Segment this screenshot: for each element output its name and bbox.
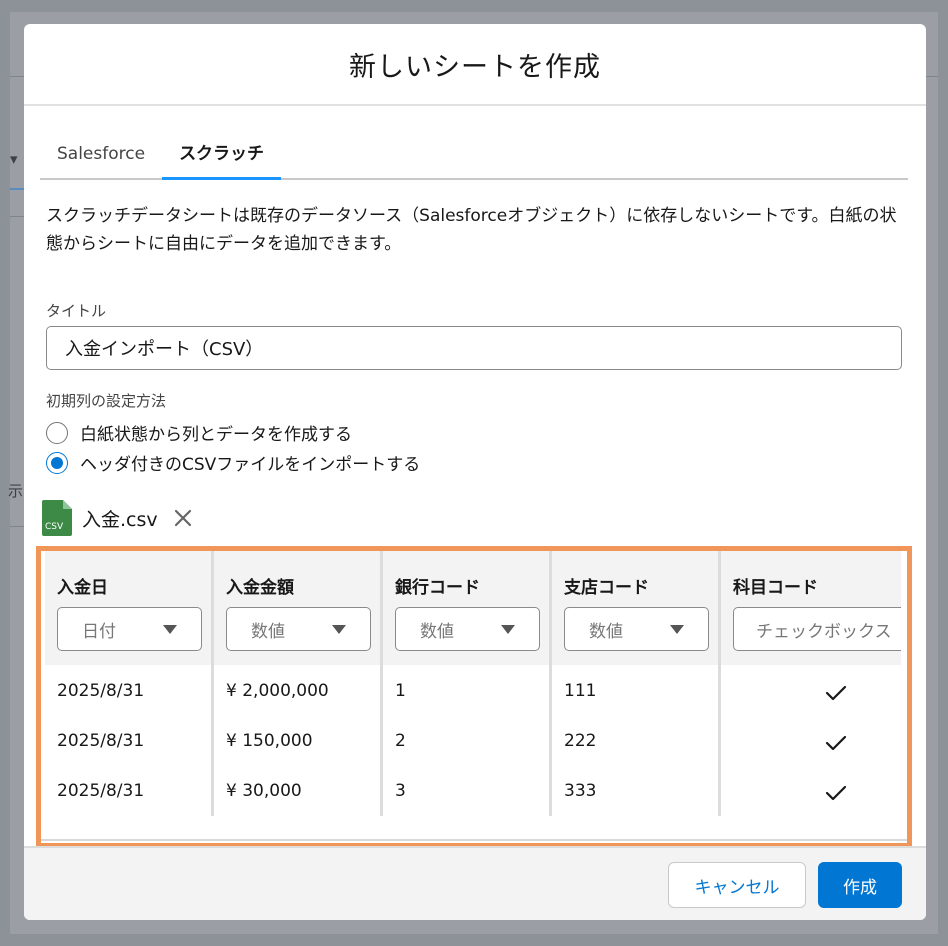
close-icon (174, 509, 191, 527)
checkmark-icon (825, 785, 847, 801)
background-text-fragment: 示 (8, 482, 24, 500)
background-divider (10, 216, 24, 217)
table-cell: 2025/8/31 (57, 681, 145, 701)
remove-file-button[interactable] (172, 507, 194, 529)
column-type-value: 数値 (589, 621, 623, 642)
caret-down-icon (670, 625, 684, 634)
file-name: 入金.csv (82, 508, 158, 531)
radio-blank-option[interactable]: 白紙状態から列とデータを作成する (46, 420, 352, 445)
caret-down-icon (501, 625, 515, 634)
column-type-select[interactable]: 数値 (395, 607, 540, 651)
init-method-label: 初期列の設定方法 (46, 392, 167, 410)
column-type-select[interactable]: 数値 (564, 607, 709, 651)
table-cell: ¥ 2,000,000 (226, 681, 329, 701)
table-cell: ¥ 150,000 (226, 731, 313, 751)
create-sheet-modal: 新しいシートを作成 Salesforce スクラッチ スクラッチデータシートは既… (24, 24, 926, 920)
column-type-value: 日付 (82, 621, 116, 642)
background-divider (10, 526, 24, 527)
csv-file-icon: CSV (42, 500, 72, 536)
column-header: 入金金額 (226, 578, 294, 598)
table-column: 入金日 日付 2025/8/31 2025/8/31 2025/8/31 (45, 551, 214, 816)
table-cell: 2 (395, 731, 406, 751)
table-cell: 111 (564, 681, 597, 701)
modal-title: 新しいシートを作成 (349, 51, 601, 83)
column-header: 銀行コード (395, 578, 480, 598)
modal-footer: キャンセル 作成 (24, 846, 926, 920)
column-type-value: チェックボックス (756, 621, 892, 642)
caret-down-icon (332, 625, 346, 634)
caret-down-icon (163, 625, 177, 634)
table-inner: 入金日 日付 2025/8/31 2025/8/31 2025/8/31 入金金… (45, 551, 901, 843)
csv-icon-label: CSV (45, 522, 64, 532)
column-type-value: 数値 (251, 621, 285, 642)
table-cell: 1 (395, 681, 406, 701)
column-header: 支店コード (564, 578, 649, 598)
column-header: 科目コード (733, 578, 818, 598)
table-cell: 2025/8/31 (57, 731, 145, 751)
column-type-value: 数値 (420, 621, 454, 642)
background-caret: ▾ (10, 150, 18, 168)
table-cell: 333 (564, 781, 597, 801)
table-cell: 222 (564, 731, 597, 751)
modal-header: 新しいシートを作成 (24, 24, 926, 106)
tab-salesforce[interactable]: Salesforce (40, 134, 162, 178)
radio-label: 白紙状態から列とデータを作成する (80, 425, 352, 445)
attached-file: CSV 入金.csv (42, 500, 194, 536)
create-button[interactable]: 作成 (818, 862, 902, 908)
table-column: 入金金額 数値 ¥ 2,000,000 ¥ 150,000 ¥ 30,000 (214, 551, 383, 816)
column-type-select[interactable]: 数値 (226, 607, 371, 651)
column-header: 入金日 (57, 578, 108, 598)
radio-button[interactable] (46, 421, 68, 444)
radio-csv-option[interactable]: ヘッダ付きのCSVファイルをインポートする (46, 450, 420, 475)
tab-bar: Salesforce スクラッチ (40, 134, 908, 180)
csv-preview-table: 入金日 日付 2025/8/31 2025/8/31 2025/8/31 入金金… (36, 546, 912, 848)
radio-label: ヘッダ付きのCSVファイルをインポートする (80, 455, 421, 475)
table-scroll-divider (41, 839, 907, 841)
title-input[interactable] (46, 326, 902, 370)
column-type-select[interactable]: 日付 (57, 607, 202, 651)
cancel-button[interactable]: キャンセル (668, 862, 806, 908)
radio-button-checked[interactable] (46, 451, 68, 474)
table-column: 銀行コード 数値 1 2 3 (383, 551, 552, 816)
title-field-label: タイトル (46, 302, 107, 320)
table-column: 支店コード 数値 111 222 333 (552, 551, 721, 816)
tab-scratch[interactable]: スクラッチ (162, 134, 282, 180)
table-cell: ¥ 30,000 (226, 781, 302, 801)
table-cell: 3 (395, 781, 406, 801)
column-type-select[interactable]: チェックボックス (733, 607, 901, 651)
checkmark-icon (825, 685, 847, 701)
table-column: 科目コード チェックボックス (721, 551, 901, 816)
checkmark-icon (825, 735, 847, 751)
description-text: スクラッチデータシートは既存のデータソース（Salesforceオブジェクト）に… (46, 206, 897, 254)
table-cell: 2025/8/31 (57, 781, 145, 801)
background-divider (10, 188, 24, 190)
